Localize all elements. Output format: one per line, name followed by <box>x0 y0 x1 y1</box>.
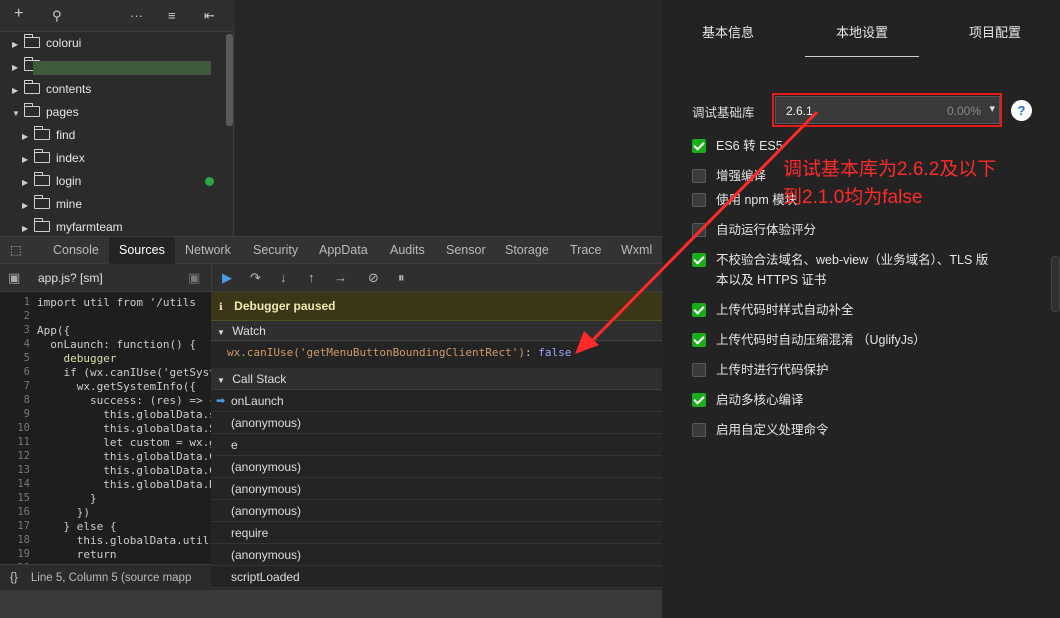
arrow-line <box>584 110 819 349</box>
arrow-head <box>575 331 599 354</box>
annotation-arrow <box>575 110 819 354</box>
devtools-window: + ⚲ ··· ≡ ⇤ ▶colorui ▶components ▶conten… <box>0 0 1060 618</box>
